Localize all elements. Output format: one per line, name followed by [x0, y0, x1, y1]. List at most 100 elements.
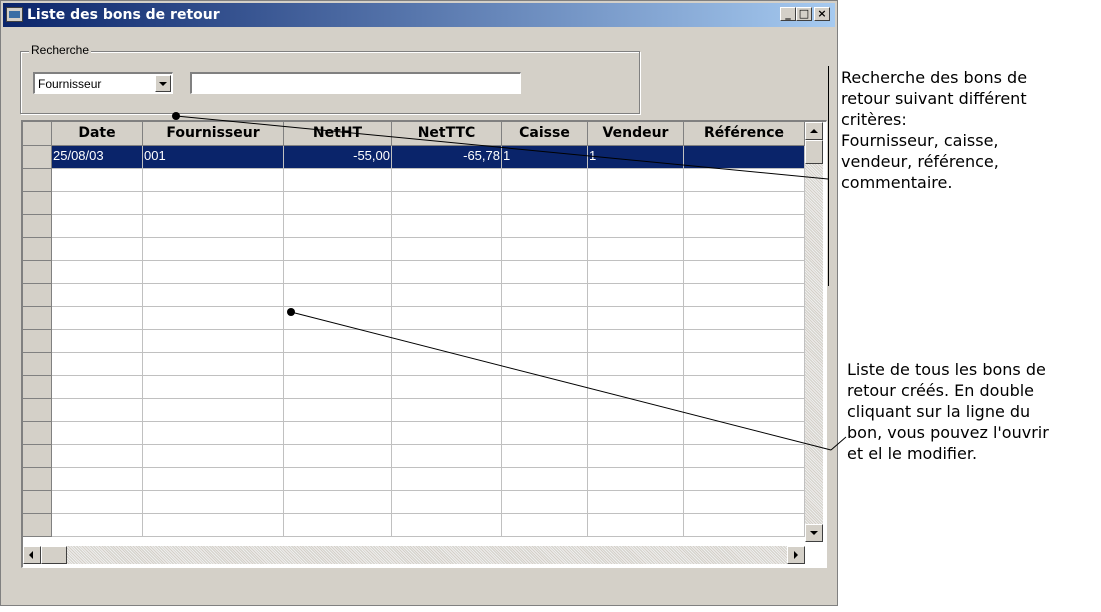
empty-cell[interactable]: [588, 169, 684, 192]
empty-cell[interactable]: [392, 284, 502, 307]
column-header-2[interactable]: Fournisseur: [143, 122, 284, 146]
empty-cell[interactable]: [284, 238, 392, 261]
empty-cell[interactable]: [52, 330, 143, 353]
empty-cell[interactable]: [684, 307, 805, 330]
empty-cell[interactable]: [392, 307, 502, 330]
empty-cell[interactable]: [392, 445, 502, 468]
empty-cell[interactable]: [684, 445, 805, 468]
empty-cell[interactable]: [684, 376, 805, 399]
empty-cell[interactable]: [588, 192, 684, 215]
empty-cell[interactable]: [143, 376, 284, 399]
empty-cell[interactable]: [684, 422, 805, 445]
empty-cell[interactable]: [284, 169, 392, 192]
row-selector[interactable]: [23, 192, 52, 215]
empty-cell[interactable]: [502, 422, 588, 445]
empty-cell[interactable]: [52, 307, 143, 330]
empty-cell[interactable]: [502, 284, 588, 307]
scroll-left-button[interactable]: [23, 546, 41, 564]
empty-cell[interactable]: [52, 215, 143, 238]
empty-cell[interactable]: [502, 445, 588, 468]
column-header-7[interactable]: Référence: [684, 122, 805, 146]
table-cell[interactable]: 001: [143, 146, 284, 169]
empty-cell[interactable]: [52, 353, 143, 376]
row-selector[interactable]: [23, 514, 52, 537]
empty-cell[interactable]: [392, 261, 502, 284]
empty-cell[interactable]: [588, 376, 684, 399]
empty-cell[interactable]: [588, 491, 684, 514]
empty-cell[interactable]: [684, 261, 805, 284]
empty-cell[interactable]: [52, 238, 143, 261]
row-selector[interactable]: [23, 169, 52, 192]
empty-cell[interactable]: [284, 376, 392, 399]
empty-cell[interactable]: [392, 192, 502, 215]
empty-cell[interactable]: [143, 284, 284, 307]
empty-cell[interactable]: [143, 353, 284, 376]
empty-cell[interactable]: [143, 215, 284, 238]
table-cell[interactable]: 1: [502, 146, 588, 169]
column-header-3[interactable]: NetHT: [284, 122, 392, 146]
maximize-button[interactable]: □: [796, 7, 812, 21]
row-selector[interactable]: [23, 376, 52, 399]
empty-cell[interactable]: [52, 169, 143, 192]
empty-cell[interactable]: [392, 376, 502, 399]
empty-cell[interactable]: [502, 215, 588, 238]
search-field-select[interactable]: Fournisseur: [33, 72, 173, 94]
empty-cell[interactable]: [143, 422, 284, 445]
empty-cell[interactable]: [52, 468, 143, 491]
empty-cell[interactable]: [284, 445, 392, 468]
empty-cell[interactable]: [143, 445, 284, 468]
empty-cell[interactable]: [143, 238, 284, 261]
row-selector[interactable]: [23, 353, 52, 376]
empty-cell[interactable]: [284, 261, 392, 284]
empty-cell[interactable]: [52, 445, 143, 468]
empty-cell[interactable]: [392, 215, 502, 238]
empty-cell[interactable]: [143, 491, 284, 514]
empty-cell[interactable]: [52, 376, 143, 399]
empty-cell[interactable]: [588, 330, 684, 353]
empty-cell[interactable]: [684, 353, 805, 376]
column-header-5[interactable]: Caisse: [502, 122, 588, 146]
empty-cell[interactable]: [392, 491, 502, 514]
row-selector[interactable]: [23, 399, 52, 422]
table-cell[interactable]: -65,78: [392, 146, 502, 169]
row-selector[interactable]: [23, 146, 52, 169]
empty-cell[interactable]: [588, 261, 684, 284]
empty-cell[interactable]: [502, 468, 588, 491]
empty-cell[interactable]: [588, 399, 684, 422]
empty-cell[interactable]: [143, 169, 284, 192]
empty-cell[interactable]: [684, 192, 805, 215]
empty-cell[interactable]: [143, 307, 284, 330]
empty-cell[interactable]: [502, 353, 588, 376]
row-selector[interactable]: [23, 468, 52, 491]
empty-cell[interactable]: [684, 468, 805, 491]
empty-cell[interactable]: [502, 307, 588, 330]
empty-cell[interactable]: [143, 468, 284, 491]
empty-cell[interactable]: [392, 169, 502, 192]
empty-cell[interactable]: [52, 192, 143, 215]
empty-cell[interactable]: [502, 261, 588, 284]
empty-cell[interactable]: [52, 491, 143, 514]
column-header-1[interactable]: Date: [52, 122, 143, 146]
empty-cell[interactable]: [684, 284, 805, 307]
empty-cell[interactable]: [502, 169, 588, 192]
empty-cell[interactable]: [284, 307, 392, 330]
empty-cell[interactable]: [143, 261, 284, 284]
table-cell[interactable]: 25/08/03: [52, 146, 143, 169]
row-selector[interactable]: [23, 284, 52, 307]
empty-cell[interactable]: [392, 399, 502, 422]
empty-cell[interactable]: [143, 330, 284, 353]
empty-cell[interactable]: [284, 468, 392, 491]
empty-cell[interactable]: [684, 215, 805, 238]
empty-cell[interactable]: [392, 514, 502, 537]
empty-cell[interactable]: [52, 261, 143, 284]
empty-cell[interactable]: [284, 330, 392, 353]
empty-cell[interactable]: [284, 284, 392, 307]
empty-cell[interactable]: [284, 514, 392, 537]
empty-cell[interactable]: [502, 399, 588, 422]
empty-cell[interactable]: [52, 514, 143, 537]
column-header-6[interactable]: Vendeur: [588, 122, 684, 146]
row-selector[interactable]: [23, 422, 52, 445]
scroll-up-button[interactable]: [805, 122, 823, 140]
empty-cell[interactable]: [588, 468, 684, 491]
empty-cell[interactable]: [588, 514, 684, 537]
